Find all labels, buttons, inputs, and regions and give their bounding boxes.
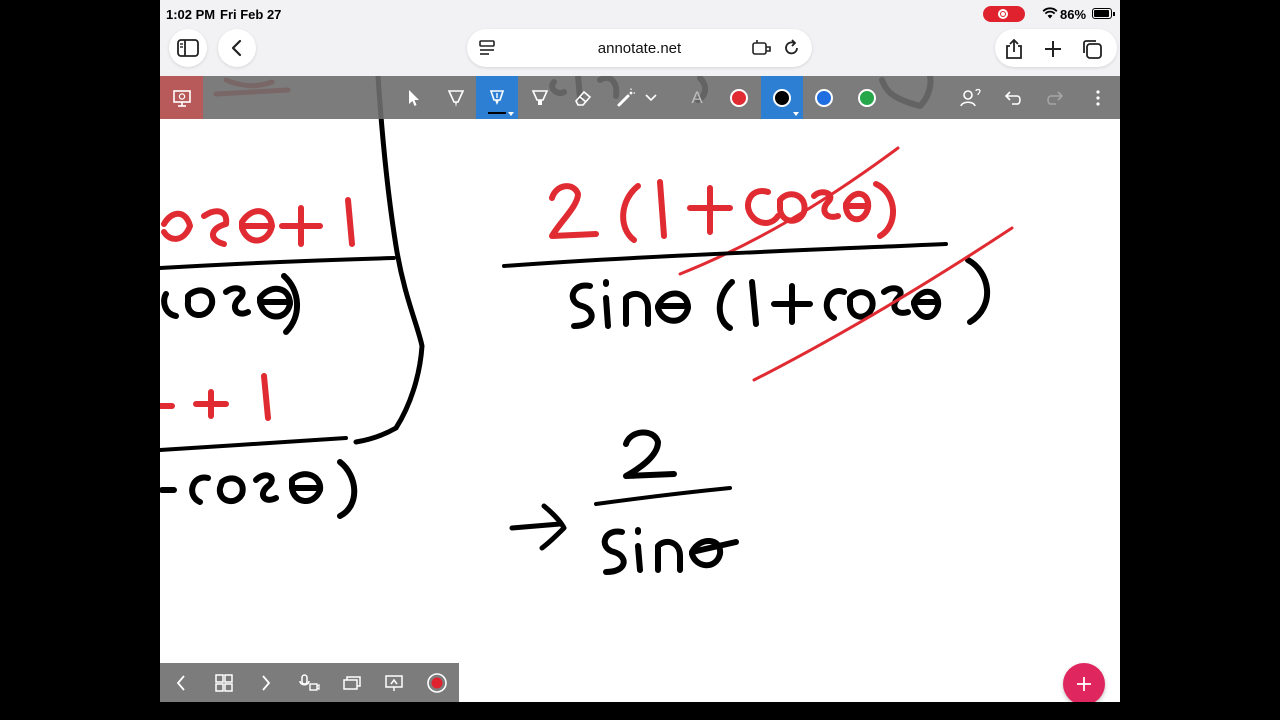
next-page-icon bbox=[262, 675, 271, 691]
chevron-down-icon bbox=[645, 93, 657, 101]
red-stroke-left-top bbox=[161, 197, 355, 247]
black-stroke-two bbox=[623, 429, 677, 479]
blue-swatch bbox=[815, 88, 833, 107]
back-icon bbox=[231, 39, 242, 57]
red-swatch bbox=[730, 88, 748, 107]
battery-percent: 86% bbox=[1060, 7, 1087, 22]
browser-actions bbox=[995, 29, 1117, 67]
fraction-line-left-1 bbox=[160, 256, 396, 270]
screens-button[interactable] bbox=[340, 671, 364, 695]
present-icon bbox=[172, 89, 191, 107]
reload-icon[interactable] bbox=[784, 39, 800, 57]
arrow-stroke bbox=[509, 503, 567, 551]
record-icon bbox=[427, 673, 447, 693]
red-stroke-numerator bbox=[549, 179, 896, 243]
sidebar-button[interactable] bbox=[169, 29, 207, 67]
undo-button[interactable] bbox=[992, 76, 1034, 119]
more-icon bbox=[1096, 89, 1100, 106]
extension-icon[interactable] bbox=[752, 39, 772, 57]
eraser-tool[interactable] bbox=[562, 76, 604, 119]
page-navigation-bar bbox=[160, 663, 459, 702]
tabs-icon[interactable] bbox=[1081, 38, 1103, 60]
green-swatch bbox=[858, 88, 876, 107]
status-date: Fri Feb 27 bbox=[220, 7, 282, 22]
marker-tool[interactable] bbox=[519, 76, 561, 119]
screens-icon bbox=[343, 676, 361, 690]
present-button[interactable] bbox=[160, 76, 203, 119]
prev-page-icon bbox=[176, 675, 185, 691]
black-stroke-cos-1 bbox=[161, 273, 301, 335]
black-stroke-denominator bbox=[569, 257, 990, 331]
share-icon[interactable] bbox=[1003, 38, 1025, 60]
black-stroke-sin bbox=[601, 527, 739, 575]
pointer-icon bbox=[409, 89, 419, 106]
add-icon bbox=[1077, 677, 1091, 691]
pointer-tool[interactable] bbox=[393, 76, 435, 119]
tool-options-dropdown[interactable] bbox=[639, 76, 663, 119]
next-page-button[interactable] bbox=[254, 671, 278, 695]
ipad-screen: 1:02 PM Fri Feb 27 86% annotate.net A bbox=[160, 0, 1120, 702]
pen-tool[interactable] bbox=[476, 76, 518, 119]
laser-icon bbox=[617, 88, 635, 106]
highlighter-tool[interactable] bbox=[435, 76, 477, 119]
eraser-icon bbox=[575, 90, 592, 106]
highlighter-icon bbox=[447, 89, 465, 107]
color-green[interactable] bbox=[846, 76, 888, 119]
mic-camera-icon bbox=[299, 674, 320, 691]
fraction-line-small bbox=[594, 486, 732, 506]
whiteboard-canvas[interactable] bbox=[160, 76, 1120, 702]
address-bar[interactable]: annotate.net bbox=[467, 29, 812, 67]
more-button[interactable] bbox=[1077, 76, 1119, 119]
user-icon bbox=[960, 88, 981, 106]
battery-icon bbox=[1092, 8, 1115, 19]
status-bar: 1:02 PM Fri Feb 27 86% bbox=[160, 0, 1120, 28]
plus-icon[interactable] bbox=[1042, 38, 1064, 60]
undo-icon bbox=[1004, 90, 1021, 105]
pen-icon bbox=[489, 89, 505, 105]
record-button[interactable] bbox=[425, 671, 449, 695]
redo-icon bbox=[1047, 90, 1064, 105]
text-tool[interactable]: A bbox=[676, 76, 718, 119]
cast-icon bbox=[385, 675, 403, 691]
wifi-icon bbox=[1042, 7, 1058, 19]
fraction-line-main bbox=[502, 242, 948, 268]
text-icon: A bbox=[691, 87, 703, 107]
black-stroke-cos-2 bbox=[160, 459, 358, 519]
fraction-line-left-2 bbox=[160, 436, 348, 452]
redo-button[interactable] bbox=[1034, 76, 1076, 119]
prev-page-button[interactable] bbox=[169, 671, 193, 695]
annotation-toolbar: A bbox=[160, 76, 1120, 119]
grid-icon bbox=[215, 674, 233, 692]
sidebar-icon bbox=[177, 39, 199, 57]
marker-icon bbox=[531, 89, 549, 105]
participants-button[interactable] bbox=[949, 76, 991, 119]
screen-recording-indicator[interactable] bbox=[983, 6, 1025, 22]
mic-camera-button[interactable] bbox=[297, 671, 321, 695]
browser-toolbar: annotate.net bbox=[160, 28, 1120, 76]
status-time: 1:02 PM bbox=[166, 7, 216, 22]
add-page-button[interactable] bbox=[1063, 663, 1105, 702]
page-grid-button[interactable] bbox=[212, 671, 236, 695]
cast-button[interactable] bbox=[382, 671, 406, 695]
red-stroke-left-mid bbox=[160, 373, 271, 421]
back-button[interactable] bbox=[218, 29, 256, 67]
color-black[interactable] bbox=[761, 76, 803, 119]
color-blue[interactable] bbox=[803, 76, 845, 119]
black-swatch bbox=[773, 88, 791, 107]
color-red[interactable] bbox=[718, 76, 760, 119]
